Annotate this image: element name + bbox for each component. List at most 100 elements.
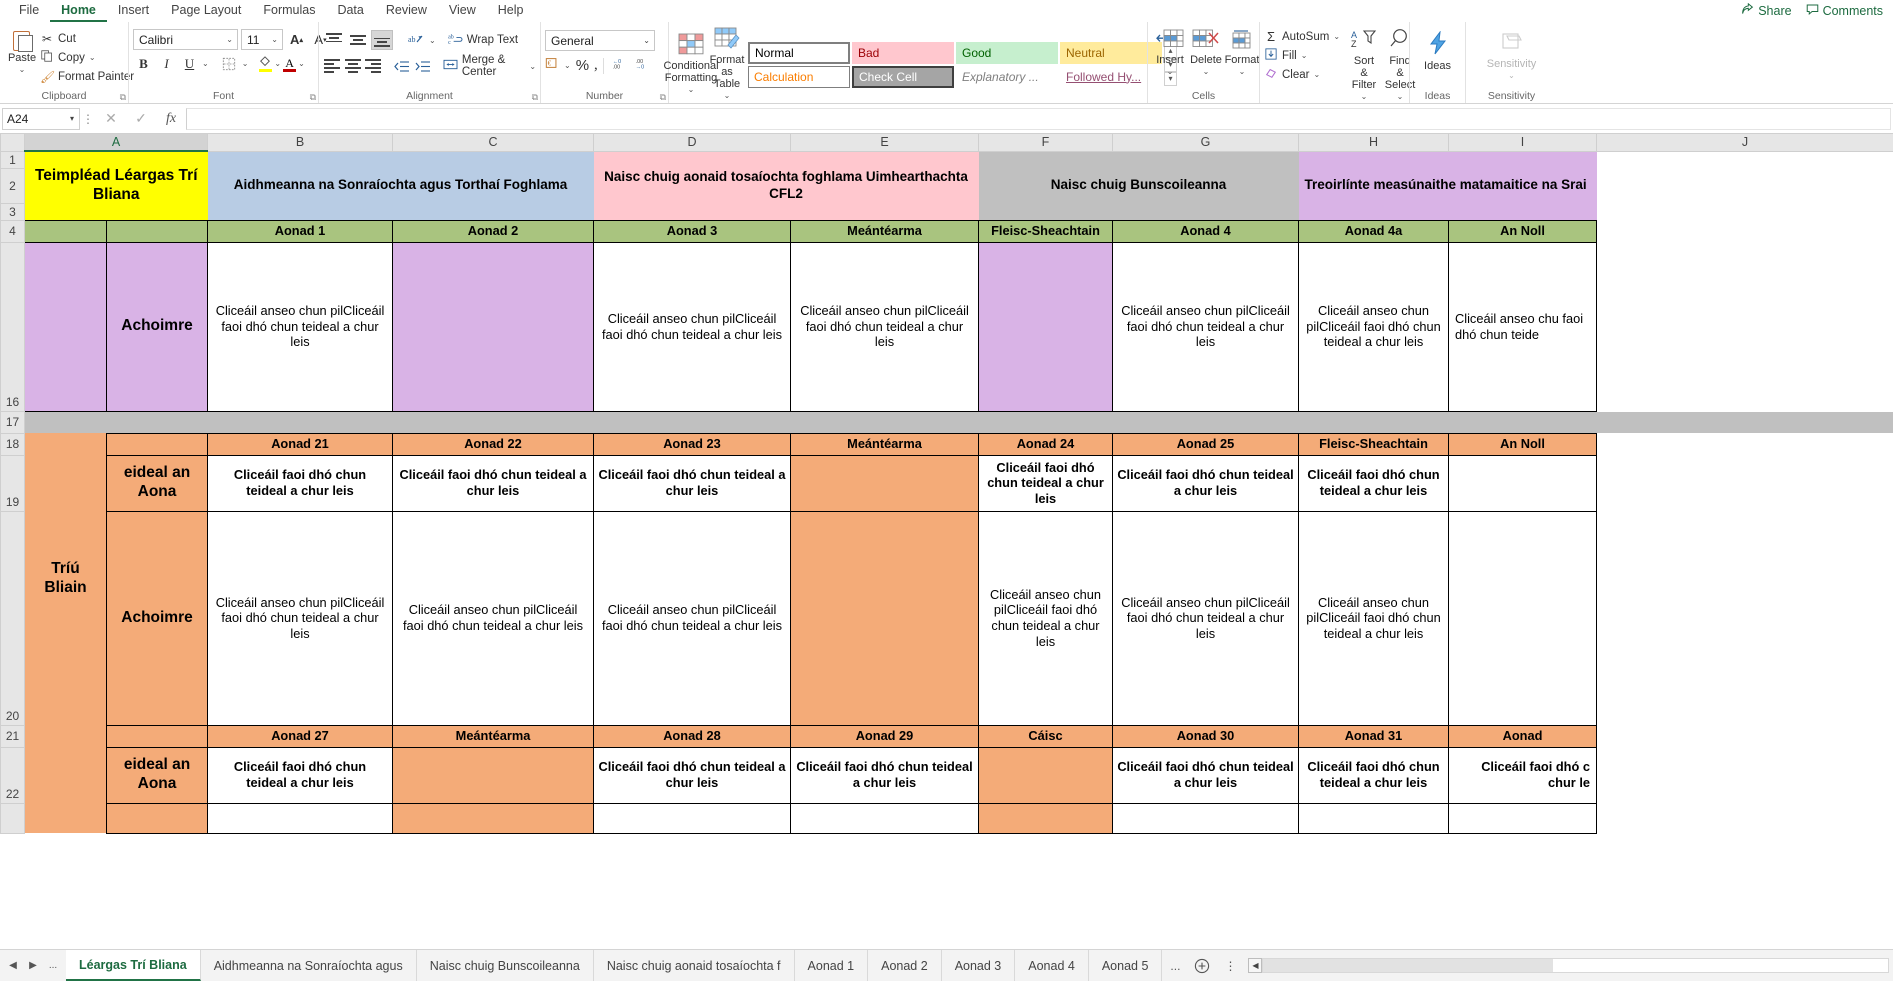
row-header-17[interactable]: 17	[0, 410, 25, 434]
fill-color-button[interactable]	[258, 55, 272, 72]
bold-button[interactable]: B	[133, 53, 154, 74]
trailing-cell-1[interactable]	[207, 802, 393, 834]
sheet-tab-menu-icon[interactable]: ⋮	[1216, 950, 1244, 981]
name-box[interactable]: A24 ▾	[2, 107, 80, 130]
hscroll-left-arrow-icon[interactable]: ◀	[1248, 958, 1263, 973]
ribbon-tab-help[interactable]: Help	[487, 0, 535, 22]
ribbon-tab-formulas[interactable]: Formulas	[252, 0, 326, 22]
summary-cell-6[interactable]: Cliceáil anseo chun pilCliceáil faoi dhó…	[1112, 241, 1299, 412]
font-name-input[interactable]: Calibri ⌄	[133, 29, 238, 50]
autosum-button[interactable]: Σ AutoSum ⌄	[1264, 27, 1340, 46]
title-row-label-1[interactable]: eideal an Aona	[106, 454, 208, 512]
trailing-cell-3[interactable]	[593, 802, 791, 834]
unit3-header-3[interactable]: Aonad 28	[593, 724, 791, 748]
summary-cell-1[interactable]: Cliceáil anseo chun pilCliceáil faoi dhó…	[207, 241, 393, 412]
add-sheet-button[interactable]	[1188, 950, 1216, 981]
autosum-chevron-down-icon[interactable]: ⌄	[1333, 32, 1340, 41]
row-header-19[interactable]: 19	[0, 454, 25, 512]
row-header-20[interactable]: 20	[0, 510, 25, 726]
sheet-tab-naisc-aonaid[interactable]: Naisc chuig aonaid tosaíochta f	[593, 950, 795, 981]
orientation-button[interactable]: ab	[405, 30, 427, 50]
banner-cell-links-units[interactable]: Naisc chuig aonaid tosaíochta foghlama U…	[593, 151, 979, 220]
title2-cell-4[interactable]: Cliceáil faoi dhó chun teideal a chur le…	[790, 746, 979, 804]
trailing-cell-7[interactable]	[1298, 802, 1449, 834]
borders-chevron-down-icon[interactable]: ⌄	[242, 59, 249, 68]
font-color-button[interactable]: A	[283, 56, 297, 72]
sensitivity-chevron-down-icon[interactable]: ⌄	[1508, 70, 1515, 82]
title2-cell-5[interactable]	[978, 746, 1113, 804]
comma-style-button[interactable]: ,	[594, 57, 598, 74]
format-as-table-button[interactable]: Format as Table ⌄	[709, 26, 745, 103]
trailing-cell-8[interactable]	[1448, 802, 1597, 834]
delete-cells-button[interactable]: Delete ⌄	[1188, 28, 1224, 79]
column-header-g[interactable]: G	[1112, 134, 1299, 152]
paste-button[interactable]: Paste ⌄	[4, 26, 40, 77]
font-color-chevron-down-icon[interactable]: ⌄	[298, 59, 305, 68]
column-header-f[interactable]: F	[978, 134, 1113, 152]
sheet-tab-aonad-1[interactable]: Aonad 1	[794, 950, 869, 981]
decrease-indent-button[interactable]	[393, 56, 411, 76]
conditional-formatting-button[interactable]: Conditional Formatting ⌄	[663, 32, 719, 97]
trailing-cell-2[interactable]	[392, 802, 594, 834]
unit3-header-blank[interactable]	[106, 724, 208, 748]
format-chevron-down-icon[interactable]: ⌄	[1239, 66, 1246, 78]
sheet-tabs-more-icon[interactable]: ...	[1162, 950, 1188, 981]
delete-chevron-down-icon[interactable]: ⌄	[1203, 66, 1210, 78]
sheet-nav-next-icon[interactable]: ▶	[24, 954, 42, 978]
select-all-corner[interactable]	[0, 134, 25, 152]
row-header-2[interactable]: 2	[0, 167, 25, 204]
decrease-decimal-button[interactable]: .00 →0	[633, 56, 651, 75]
enter-formula-icon[interactable]: ✓	[126, 108, 156, 130]
row-header-3[interactable]: 3	[0, 202, 25, 221]
unit-header-3[interactable]: Aonad 3	[593, 219, 791, 243]
unit3-header-5[interactable]: Cáisc	[978, 724, 1113, 748]
align-bottom-button[interactable]	[371, 30, 393, 50]
sheet-tab-aonad-5[interactable]: Aonad 5	[1088, 950, 1163, 981]
cut-button[interactable]: ✂ Cut	[40, 29, 134, 48]
sheet-tab-aonad-4[interactable]: Aonad 4	[1015, 950, 1089, 981]
title-cell-5[interactable]: Cliceáil faoi dhó chun teideal a chur le…	[978, 454, 1113, 512]
row-header-1[interactable]: 1	[0, 150, 25, 169]
unit3-header-7[interactable]: Aonad 31	[1298, 724, 1449, 748]
summary-row-label[interactable]: Achoimre	[106, 241, 208, 412]
name-box-chevron-down-icon[interactable]: ▾	[70, 114, 74, 123]
fat-chevron-down-icon[interactable]: ⌄	[724, 90, 731, 102]
title-cell-1[interactable]: Cliceáil faoi dhó chun teideal a chur le…	[207, 454, 393, 512]
column-header-j[interactable]: J	[1596, 134, 1893, 152]
italic-button[interactable]: I	[156, 53, 177, 74]
summary2-cell-2[interactable]: Cliceáil anseo chun pilCliceáil faoi dhó…	[392, 510, 594, 726]
ideas-button[interactable]: Ideas	[1420, 30, 1456, 73]
currency-button[interactable]: €	[545, 56, 559, 75]
style-check-cell[interactable]: Check Cell	[852, 65, 954, 88]
unit2-header-1[interactable]: Aonad 21	[207, 432, 393, 456]
title2-cell-6[interactable]: Cliceáil faoi dhó chun teideal a chur le…	[1112, 746, 1299, 804]
unit-header-blank-b[interactable]	[106, 219, 208, 243]
row-header-trailing[interactable]	[0, 802, 25, 834]
summary-cell-8[interactable]: Cliceáil anseo chu faoi dhó chun teide	[1448, 241, 1597, 412]
title2-cell-3[interactable]: Cliceáil faoi dhó chun teideal a chur le…	[593, 746, 791, 804]
unit-header-7[interactable]: Aonad 4a	[1298, 219, 1449, 243]
year-label-cell[interactable]: Tríú Bliain	[24, 433, 107, 725]
sheet-tab-naisc-bunscoileanna[interactable]: Naisc chuig Bunscoileanna	[416, 950, 594, 981]
unit-header-8[interactable]: An Noll	[1448, 219, 1597, 243]
sheet-tab-aonad-3[interactable]: Aonad 3	[941, 950, 1016, 981]
unit2-header-5[interactable]: Aonad 24	[978, 432, 1113, 456]
row-header-21[interactable]: 21	[0, 724, 25, 748]
banner-cell-primary-links[interactable]: Naisc chuig Bunscoileanna	[978, 151, 1299, 220]
column-header-a[interactable]: A	[24, 134, 208, 152]
ribbon-tab-home[interactable]: Home	[50, 0, 107, 22]
hscroll-thumb[interactable]	[1263, 959, 1554, 972]
title-cell-4[interactable]	[790, 454, 979, 512]
format-cells-button[interactable]: Format ⌄	[1224, 28, 1260, 79]
increase-indent-button[interactable]	[414, 56, 432, 76]
title-cell-6[interactable]: Cliceáil faoi dhó chun teideal a chur le…	[1112, 454, 1299, 512]
column-header-i[interactable]: I	[1448, 134, 1597, 152]
font-size-chevron-down-icon[interactable]: ⌄	[271, 35, 278, 44]
style-good[interactable]: Good	[956, 41, 1058, 64]
summary-row-spacer-a[interactable]	[24, 241, 107, 412]
font-size-input[interactable]: 11 ⌄	[241, 29, 283, 50]
unit2-header-8[interactable]: An Noll	[1448, 432, 1597, 456]
sheet-nav-prev-icon[interactable]: ◀	[4, 954, 22, 978]
insert-cells-button[interactable]: Insert ⌄	[1152, 28, 1188, 79]
summary2-cell-5[interactable]: Cliceáil anseo chun pilCliceáil faoi dhó…	[978, 510, 1113, 726]
